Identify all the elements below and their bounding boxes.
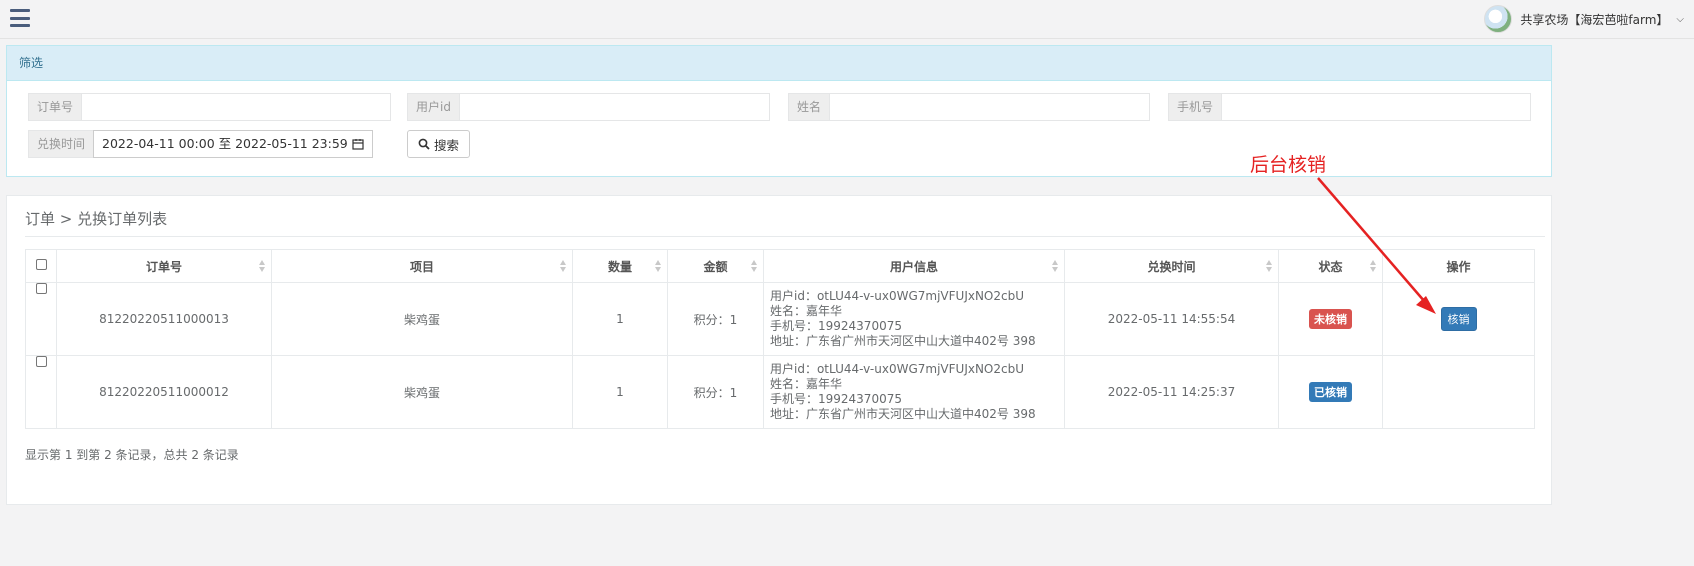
- row-checkbox[interactable]: [35, 356, 47, 367]
- chevron-down-icon[interactable]: ⌵: [1676, 14, 1684, 25]
- user-phone-text: 手机号：19924370075: [770, 392, 902, 406]
- amount-cell: 积分：1: [667, 355, 764, 429]
- qty-cell: 1: [572, 355, 668, 429]
- column-header-status[interactable]: 状态: [1278, 249, 1383, 283]
- table-row: 81220220511000012 柴鸡蛋 1 积分：1 用户id：otLU44…: [25, 355, 1535, 429]
- table-header-row: 订单号 项目 数量 金额 用户信息 兑换时间 状态 操作: [25, 249, 1535, 283]
- name-label: 姓名: [788, 93, 830, 121]
- name-filter: 姓名: [788, 93, 1151, 121]
- column-header-action: 操作: [1382, 249, 1535, 283]
- filter-panel-title: 筛选: [7, 46, 1551, 81]
- calendar-icon: [352, 139, 364, 150]
- column-header-item[interactable]: 项目: [271, 249, 573, 283]
- row-select-cell: [25, 355, 57, 429]
- status-badge: 已核销: [1309, 382, 1352, 402]
- breadcrumb: 订单 > 兑换订单列表: [25, 210, 168, 228]
- user-address-text: 地址：广东省广州市天河区中山大道中402号 398: [770, 334, 1036, 348]
- verify-button[interactable]: 核销: [1440, 307, 1477, 331]
- time-filter: 兑换时间 2022-04-11 00:00 至 2022-05-11 23:59: [28, 130, 373, 158]
- status-cell: 未核销: [1278, 282, 1383, 356]
- column-header-user-info[interactable]: 用户信息: [763, 249, 1065, 283]
- amount-cell: 积分：1: [667, 282, 764, 356]
- name-input[interactable]: [829, 93, 1151, 121]
- user-name-text: 姓名：嘉年华: [770, 377, 843, 391]
- sort-icon[interactable]: [751, 260, 758, 272]
- select-all-cell: [25, 249, 57, 283]
- sort-icon[interactable]: [259, 260, 266, 272]
- search-button[interactable]: 搜索: [407, 130, 471, 158]
- avatar[interactable]: [1484, 5, 1513, 33]
- sort-icon[interactable]: [1370, 260, 1377, 272]
- user-id-text: 用户id：otLU44-v-ux0WG7mjVFUJxNO2cbU: [770, 289, 1025, 303]
- action-cell: 核销: [1382, 282, 1535, 356]
- user-menu[interactable]: 共享农场【海宏芭啦farm】 ⌵: [1484, 5, 1684, 33]
- sort-icon[interactable]: [1266, 260, 1273, 272]
- order-table: 订单号 项目 数量 金额 用户信息 兑换时间 状态 操作 81220220511…: [25, 249, 1535, 429]
- column-header-order-no[interactable]: 订单号: [56, 249, 272, 283]
- user-info-cell: 用户id：otLU44-v-ux0WG7mjVFUJxNO2cbU 姓名：嘉年华…: [763, 282, 1065, 356]
- column-header-amount[interactable]: 金额: [667, 249, 764, 283]
- annotation-label: 后台核销: [1250, 154, 1327, 176]
- item-cell: 柴鸡蛋: [271, 355, 573, 429]
- item-cell: 柴鸡蛋: [271, 282, 573, 356]
- time-label: 兑换时间: [28, 130, 94, 158]
- sort-icon[interactable]: [655, 260, 662, 272]
- date-range-picker[interactable]: 2022-04-11 00:00 至 2022-05-11 23:59: [93, 130, 373, 158]
- phone-filter: 手机号: [1168, 93, 1532, 121]
- time-cell: 2022-05-11 14:25:37: [1064, 355, 1279, 429]
- user-name-text: 姓名：嘉年华: [770, 304, 843, 318]
- top-navbar: 共享农场【海宏芭啦farm】 ⌵: [0, 0, 1694, 39]
- menu-toggle-icon[interactable]: [10, 8, 30, 28]
- table-row: 81220220511000013 柴鸡蛋 1 积分：1 用户id：otLU44…: [25, 282, 1535, 356]
- row-checkbox[interactable]: [35, 283, 47, 294]
- order-no-cell: 81220220511000013: [56, 282, 272, 356]
- user-id-text: 用户id：otLU44-v-ux0WG7mjVFUJxNO2cbU: [770, 362, 1025, 376]
- select-all-checkbox[interactable]: [35, 259, 47, 270]
- sort-icon[interactable]: [1052, 260, 1059, 272]
- user-id-filter: 用户id: [407, 93, 770, 121]
- user-info-cell: 用户id：otLU44-v-ux0WG7mjVFUJxNO2cbU 姓名：嘉年华…: [763, 355, 1065, 429]
- user-id-input[interactable]: [458, 93, 770, 121]
- phone-input[interactable]: [1221, 93, 1532, 121]
- phone-label: 手机号: [1168, 93, 1222, 121]
- column-header-qty[interactable]: 数量: [572, 249, 668, 283]
- order-no-input[interactable]: [81, 93, 392, 121]
- user-phone-text: 手机号：19924370075: [770, 319, 902, 333]
- column-header-time[interactable]: 兑换时间: [1064, 249, 1279, 283]
- order-no-label: 订单号: [28, 93, 82, 121]
- status-badge: 未核销: [1309, 309, 1352, 329]
- qty-cell: 1: [572, 282, 668, 356]
- user-name[interactable]: 共享农场【海宏芭啦farm】: [1520, 11, 1668, 28]
- divider: [25, 236, 1545, 237]
- sort-icon[interactable]: [560, 260, 567, 272]
- action-cell: [1382, 355, 1535, 429]
- status-cell: 已核销: [1278, 355, 1383, 429]
- time-cell: 2022-05-11 14:55:54: [1064, 282, 1279, 356]
- order-no-filter: 订单号: [28, 93, 392, 121]
- user-address-text: 地址：广东省广州市天河区中山大道中402号 398: [770, 407, 1036, 421]
- search-button-label: 搜索: [434, 137, 460, 153]
- order-no-cell: 81220220511000012: [56, 355, 272, 429]
- search-icon: [418, 138, 430, 150]
- pagination-info: 显示第 1 到第 2 条记录，总共 2 条记录: [25, 448, 239, 462]
- row-select-cell: [25, 282, 57, 356]
- user-id-label: 用户id: [407, 93, 459, 121]
- date-range-value: 2022-04-11 00:00 至 2022-05-11 23:59: [102, 136, 348, 151]
- order-list-panel: 订单 > 兑换订单列表 订单号 项目 数量 金额 用户信息 兑换时间 状态 操作…: [6, 195, 1552, 505]
